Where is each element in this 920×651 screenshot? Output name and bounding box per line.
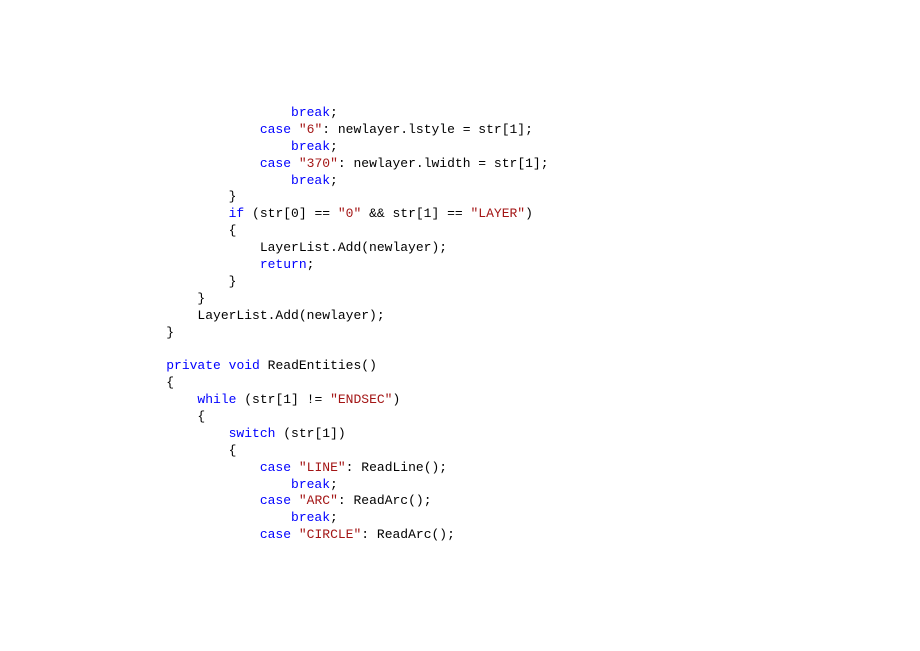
code-line (135, 341, 143, 356)
code-line: private void ReadEntities() (135, 358, 377, 373)
code-line: { (135, 409, 205, 424)
code-line: } (135, 274, 236, 289)
code-line: { (135, 223, 236, 238)
code-line: } (135, 291, 205, 306)
code-line: switch (str[1]) (135, 426, 346, 441)
code-line: break; (135, 477, 338, 492)
code-line: { (135, 443, 236, 458)
code-line: case "370": newlayer.lwidth = str[1]; (135, 156, 549, 171)
code-line: case "ARC": ReadArc(); (135, 493, 432, 508)
code-line: } (135, 189, 236, 204)
code-line: break; (135, 105, 338, 120)
code-line: if (str[0] == "0" && str[1] == "LAYER") (135, 206, 533, 221)
code-line: } (135, 325, 174, 340)
code-line: LayerList.Add(newlayer); (135, 308, 385, 323)
code-line: while (str[1] != "ENDSEC") (135, 392, 400, 407)
code-line: return; (135, 257, 314, 272)
code-line: case "6": newlayer.lstyle = str[1]; (135, 122, 533, 137)
code-line: break; (135, 510, 338, 525)
code-line: break; (135, 139, 338, 154)
code-line: break; (135, 173, 338, 188)
code-line: LayerList.Add(newlayer); (135, 240, 447, 255)
code-line: case "CIRCLE": ReadArc(); (135, 527, 455, 542)
code-line: { (135, 375, 174, 390)
code-line: case "LINE": ReadLine(); (135, 460, 447, 475)
code-block: break; case "6": newlayer.lstyle = str[1… (0, 0, 920, 544)
